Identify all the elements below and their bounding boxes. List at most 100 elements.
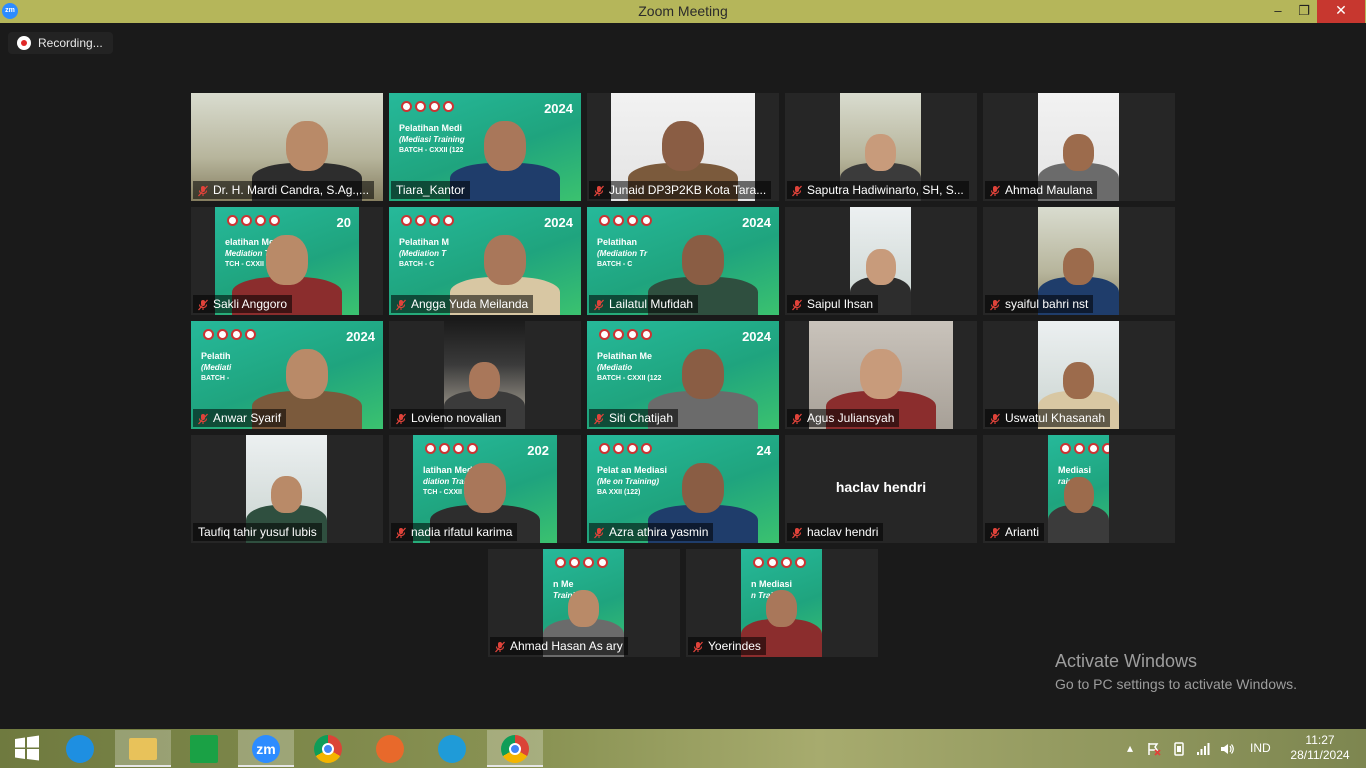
logo-row bbox=[599, 443, 652, 454]
participant-tile[interactable]: n Mediasi n Traini Yoerindes bbox=[686, 549, 878, 657]
participant-name-label: Angga Yuda Meilanda bbox=[391, 295, 534, 313]
participant-tile[interactable]: Taufiq tahir yusuf lubis bbox=[191, 435, 383, 543]
participant-head bbox=[682, 349, 724, 399]
zoom-icon: zm bbox=[252, 735, 280, 763]
institution-logo-icon bbox=[627, 215, 638, 226]
taskbar-start-button[interactable] bbox=[0, 730, 56, 767]
taskbar-internet-explorer-button[interactable] bbox=[52, 730, 108, 767]
participant-tile[interactable]: Pelatih (Mediati BATCH -2024 Anwar Syarif bbox=[191, 321, 383, 429]
restore-button[interactable]: ❐ bbox=[1290, 0, 1318, 23]
tray-network-icon[interactable] bbox=[1195, 729, 1211, 768]
participant-tile[interactable]: Dr. H. Mardi Candra, S.Ag.,... bbox=[191, 93, 383, 201]
participant-head bbox=[1064, 477, 1094, 513]
participant-tile[interactable]: Lovieno novalian bbox=[389, 321, 581, 429]
participant-tile[interactable]: latihan Mediasi diation Training TCH - CXX… bbox=[389, 435, 581, 543]
taskbar-chrome-profile-button[interactable] bbox=[487, 730, 543, 767]
participant-tile[interactable]: Saputra Hadiwinarto, SH, S... bbox=[785, 93, 977, 201]
banner-line1: Pelatih bbox=[201, 351, 231, 361]
clock-time: 11:27 bbox=[1305, 733, 1335, 747]
participant-name: Junaid DP3P2KB Kota Tara... bbox=[609, 183, 767, 197]
taskbar-chrome-button[interactable] bbox=[300, 730, 356, 767]
participant-tile[interactable]: Pelatihan Medi (Mediasi Training BATCH - C… bbox=[389, 93, 581, 201]
tray-flag-icon[interactable] bbox=[1146, 729, 1162, 768]
institution-logo-icon bbox=[401, 101, 412, 112]
taskbar-firefox-button[interactable] bbox=[362, 730, 418, 767]
participant-name: Yoerindes bbox=[708, 639, 761, 653]
recording-label: Recording... bbox=[38, 36, 103, 50]
logo-row bbox=[599, 215, 652, 226]
meeting-gallery: Recording... Dr. H. Mardi Candra, S.Ag.,… bbox=[0, 23, 1366, 729]
institution-logo-icon bbox=[599, 215, 610, 226]
participant-tile[interactable]: Agus Juliansyah bbox=[785, 321, 977, 429]
institution-logo-icon bbox=[415, 101, 426, 112]
participant-tile[interactable]: Mediasiraining Arianti bbox=[983, 435, 1175, 543]
participant-tile[interactable]: Ahmad Maulana bbox=[983, 93, 1175, 201]
mic-muted-icon bbox=[395, 412, 407, 425]
mic-muted-icon bbox=[791, 412, 803, 425]
participant-name: Angga Yuda Meilanda bbox=[411, 297, 529, 311]
close-button[interactable]: ✕ bbox=[1317, 0, 1365, 23]
participant-tile[interactable]: Pelatihan (Mediation Tr BATCH - C 2024 Laila… bbox=[587, 207, 779, 315]
participant-name: Lailatul Mufidah bbox=[609, 297, 694, 311]
language-indicator[interactable]: IND bbox=[1250, 729, 1271, 768]
participant-name-label: Anwar Syarif bbox=[193, 409, 287, 427]
mic-muted-icon bbox=[593, 184, 605, 197]
participant-tile[interactable]: Uswatul Khasanah bbox=[983, 321, 1175, 429]
recording-indicator[interactable]: Recording... bbox=[8, 32, 113, 54]
mic-muted-icon bbox=[197, 184, 209, 197]
minimize-button[interactable]: – bbox=[1264, 0, 1292, 23]
store-icon bbox=[190, 735, 218, 763]
mic-muted-icon bbox=[989, 184, 1001, 197]
tray-device-icon[interactable] bbox=[1171, 729, 1187, 768]
participant-name: Taufiq tahir yusuf lubis bbox=[198, 525, 317, 539]
institution-logo-icon bbox=[599, 329, 610, 340]
institution-logo-icon bbox=[429, 215, 440, 226]
participant-name: Uswatul Khasanah bbox=[1005, 411, 1106, 425]
participant-tile[interactable]: Pelatihan Me (Mediatio BATCH - CXXII (122 2… bbox=[587, 321, 779, 429]
participant-tile[interactable]: syaiful bahri nst bbox=[983, 207, 1175, 315]
participant-name-label: Ahmad Hasan As ary bbox=[490, 637, 628, 655]
logo-row bbox=[401, 215, 454, 226]
participant-tile[interactable]: n Me Traini Ahmad Hasan As ary bbox=[488, 549, 680, 657]
taskbar-edge-button[interactable] bbox=[424, 730, 480, 767]
taskbar-store-button[interactable] bbox=[176, 730, 232, 767]
participant-tile[interactable]: Saipul Ihsan bbox=[785, 207, 977, 315]
participant-head bbox=[469, 362, 500, 399]
windows-taskbar: zm ▴ IND 11:27 28/11/2024 bbox=[0, 729, 1366, 768]
participant-head bbox=[662, 121, 704, 171]
internet-explorer-icon bbox=[66, 735, 94, 763]
mic-muted-icon bbox=[791, 298, 803, 311]
participant-tile[interactable]: Pelatihan M (Mediation T BATCH - C 2024 Angg… bbox=[389, 207, 581, 315]
mic-muted-icon bbox=[989, 412, 1001, 425]
participant-name-label: Yoerindes bbox=[688, 637, 766, 655]
taskbar-clock[interactable]: 11:27 28/11/2024 bbox=[1280, 733, 1360, 763]
window-title: Zoom Meeting bbox=[638, 3, 728, 19]
participant-name-label: Agus Juliansyah bbox=[787, 409, 900, 427]
tray-chevron-up-icon[interactable]: ▴ bbox=[1124, 729, 1136, 768]
participant-tile[interactable]: Pelat an Mediasi (Me on Training) BA XXII … bbox=[587, 435, 779, 543]
participant-name: Saputra Hadiwinarto, SH, S... bbox=[807, 183, 964, 197]
taskbar-zoom-button[interactable]: zm bbox=[238, 730, 294, 767]
participant-head bbox=[1063, 362, 1094, 399]
tray-volume-icon[interactable] bbox=[1219, 729, 1235, 768]
banner-line1: Pelatihan M bbox=[399, 237, 450, 247]
mic-muted-icon bbox=[989, 526, 1001, 539]
banner-line2: (Mediati bbox=[201, 363, 232, 372]
mic-muted-icon bbox=[197, 412, 209, 425]
logo-row bbox=[599, 329, 652, 340]
mic-muted-icon bbox=[395, 298, 407, 311]
taskbar-file-explorer-button[interactable] bbox=[115, 730, 171, 767]
participant-name-label: Ahmad Maulana bbox=[985, 181, 1098, 199]
participant-name: Ahmad Hasan As ary bbox=[510, 639, 623, 653]
participant-tile[interactable]: elatihan Me Mediation Traini TCH - CXXII (… bbox=[191, 207, 383, 315]
activate-title: Activate Windows bbox=[1055, 651, 1198, 671]
mic-muted-icon bbox=[197, 298, 209, 311]
institution-logo-icon bbox=[627, 329, 638, 340]
participant-head bbox=[286, 349, 328, 399]
participant-name-label: Uswatul Khasanah bbox=[985, 409, 1111, 427]
logo-row bbox=[401, 101, 454, 112]
mic-muted-icon bbox=[593, 298, 605, 311]
participant-tile[interactable]: Junaid DP3P2KB Kota Tara... bbox=[587, 93, 779, 201]
participant-tile[interactable]: haclav hendri haclav hendri bbox=[785, 435, 977, 543]
participant-name: Lovieno novalian bbox=[411, 411, 502, 425]
